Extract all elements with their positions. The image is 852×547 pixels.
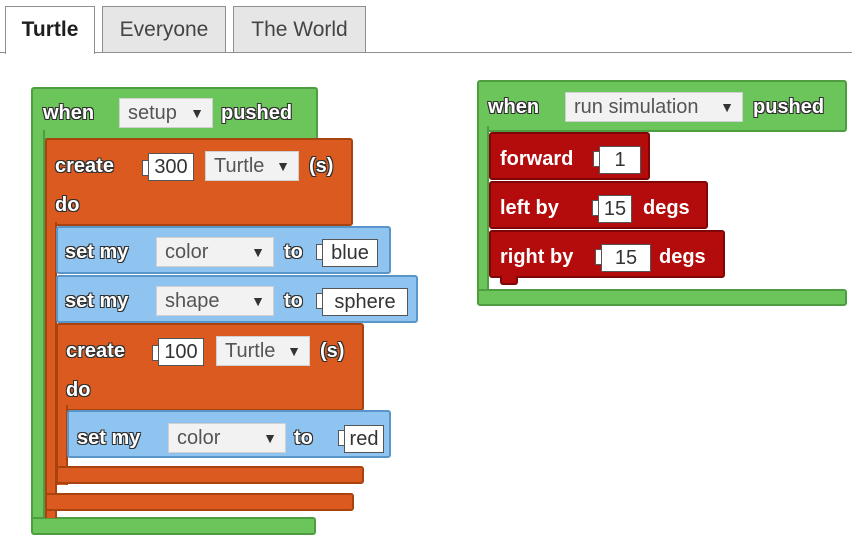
right-value-field[interactable]: 15	[601, 244, 651, 272]
value-field[interactable]: blue	[322, 239, 378, 267]
value-field[interactable]: red	[344, 425, 384, 453]
simulation-event-value: run simulation	[574, 96, 699, 118]
create-breed-value: Turtle	[214, 155, 265, 177]
set-my-color-red-block[interactable]: set my color ▼ to red	[67, 410, 391, 458]
create-suffix: (s)	[320, 340, 345, 362]
tab-turtle[interactable]: Turtle	[5, 6, 95, 54]
when-label: when	[488, 96, 540, 118]
dropdown-arrow-icon: ▼	[263, 430, 277, 446]
simulation-script-footer	[477, 289, 847, 306]
forward-value-field[interactable]: 1	[599, 146, 641, 174]
to-label: to	[294, 427, 313, 449]
dropdown-arrow-icon: ▼	[276, 158, 290, 174]
tab-the-world[interactable]: The World	[233, 6, 366, 52]
do-label: do	[55, 194, 80, 216]
property-dropdown[interactable]: shape ▼	[156, 286, 274, 316]
create-count-field[interactable]: 100	[158, 338, 204, 366]
degs-label: degs	[659, 246, 706, 268]
create-turtles-inner-block[interactable]: create 100 Turtle ▼ (s) do	[56, 323, 364, 411]
when-label: when	[43, 102, 95, 124]
left-by-block[interactable]: left by 15 degs	[489, 181, 708, 229]
forward-label: forward	[500, 148, 574, 170]
left-by-label: left by	[500, 197, 559, 219]
setup-script-rail	[31, 130, 45, 525]
to-label: to	[284, 241, 303, 263]
setup-event-dropdown[interactable]: setup ▼	[119, 98, 213, 128]
pushed-label: pushed	[221, 102, 293, 124]
right-by-label: right by	[500, 246, 574, 268]
simulation-script-rail	[477, 126, 489, 296]
setup-event-value: setup	[128, 102, 177, 124]
dropdown-arrow-icon: ▼	[251, 293, 265, 309]
forward-block[interactable]: forward 1	[489, 132, 650, 180]
set-my-label: set my	[65, 290, 129, 312]
degs-label: degs	[643, 197, 690, 219]
pushed-label: pushed	[753, 96, 825, 118]
property-dropdown[interactable]: color ▼	[168, 423, 286, 453]
create-turtles-block[interactable]: create 300 Turtle ▼ (s) do	[45, 138, 353, 226]
set-my-color-block[interactable]: set my color ▼ to blue	[56, 226, 391, 274]
set-my-label: set my	[65, 241, 129, 263]
left-value-field[interactable]: 15	[598, 195, 632, 223]
property-dropdown[interactable]: color ▼	[156, 237, 274, 267]
to-label: to	[284, 290, 303, 312]
block-connector-notch	[500, 276, 518, 285]
set-my-label: set my	[77, 427, 141, 449]
right-by-block[interactable]: right by 15 degs	[489, 230, 725, 278]
property-value: shape	[165, 290, 220, 312]
dropdown-arrow-icon: ▼	[190, 105, 204, 121]
create-count-field[interactable]: 300	[148, 153, 194, 181]
create-turtles-inner-footer	[56, 466, 364, 484]
create-breed-value: Turtle	[225, 340, 276, 362]
dropdown-arrow-icon: ▼	[287, 343, 301, 359]
do-label: do	[66, 379, 91, 401]
tab-everyone[interactable]: Everyone	[102, 6, 226, 52]
when-run-simulation-pushed-block[interactable]: when run simulation ▼ pushed	[477, 80, 847, 132]
when-setup-pushed-block[interactable]: when setup ▼ pushed	[31, 87, 318, 140]
create-breed-dropdown[interactable]: Turtle ▼	[205, 151, 299, 181]
value-field[interactable]: sphere	[322, 288, 408, 316]
dropdown-arrow-icon: ▼	[251, 244, 265, 260]
create-turtles-footer	[45, 493, 354, 511]
setup-script-footer	[31, 517, 316, 535]
create-label: create	[55, 155, 114, 177]
set-my-shape-block[interactable]: set my shape ▼ to sphere	[56, 275, 418, 323]
create-label: create	[66, 340, 125, 362]
dropdown-arrow-icon: ▼	[720, 99, 734, 115]
create-breed-dropdown[interactable]: Turtle ▼	[216, 336, 310, 366]
create-suffix: (s)	[309, 155, 334, 177]
property-value: color	[177, 427, 221, 449]
simulation-event-dropdown[interactable]: run simulation ▼	[565, 92, 743, 122]
property-value: color	[165, 241, 209, 263]
